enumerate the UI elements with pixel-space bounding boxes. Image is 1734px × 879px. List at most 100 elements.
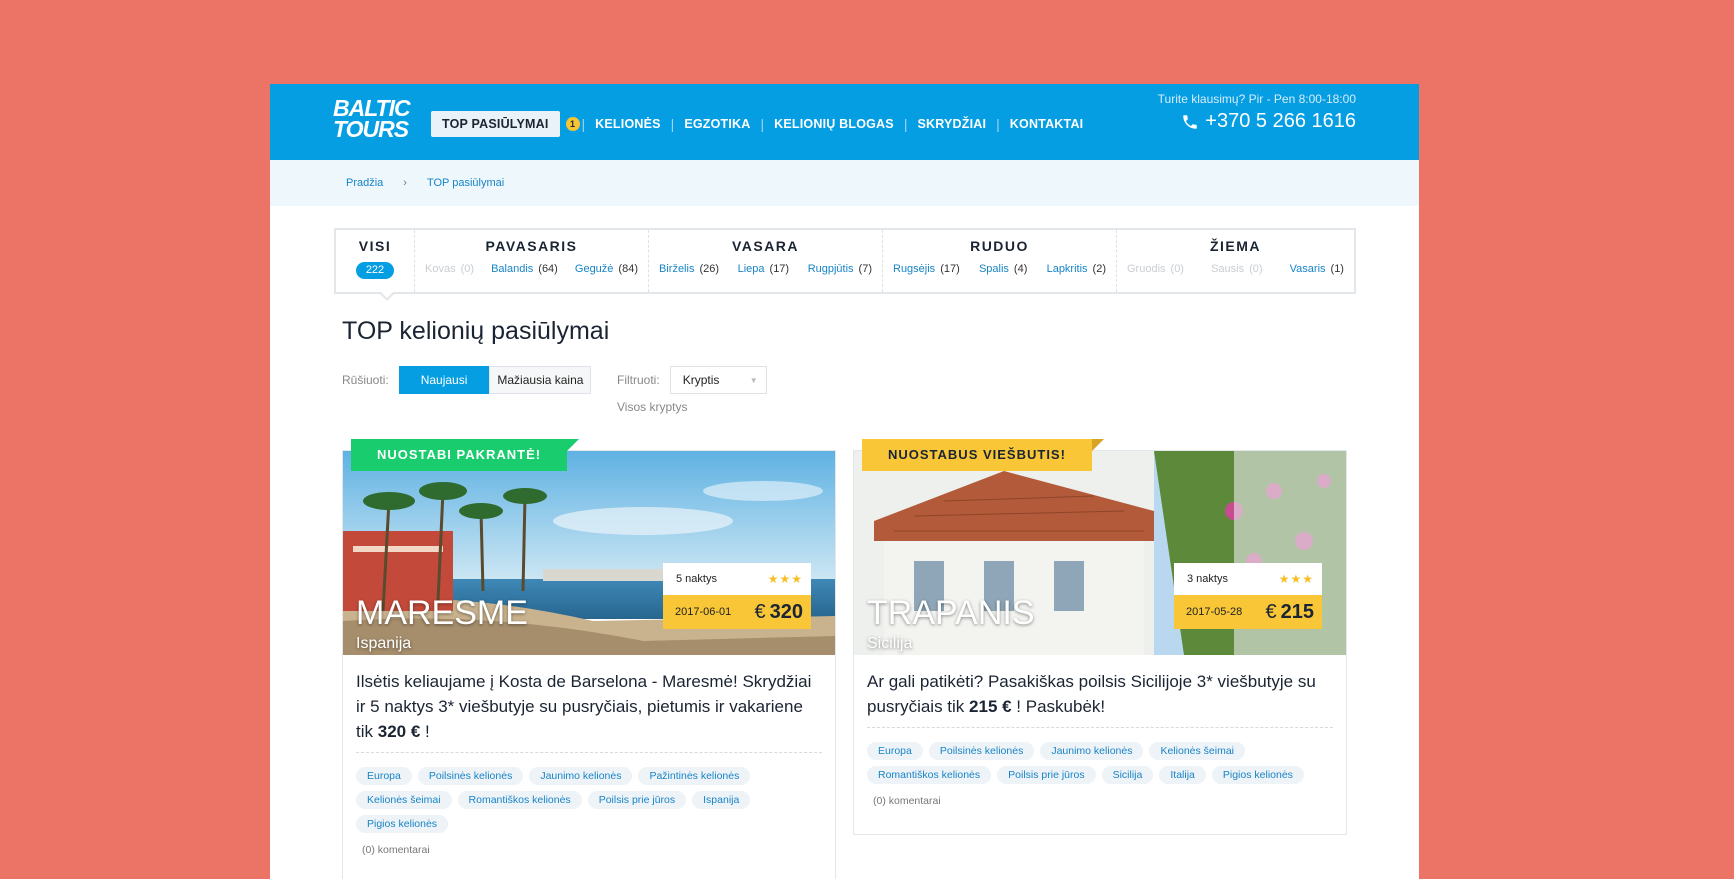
breadcrumb-home[interactable]: Pradžia bbox=[346, 177, 383, 189]
season-title: VASARA bbox=[731, 238, 800, 254]
page: BALTIC TOURS TOP PASIŪLYMAI 1 | KELIONĖS… bbox=[270, 84, 1419, 879]
page-title: TOP kelionių pasiūlymai bbox=[342, 317, 610, 345]
offer-description[interactable]: Ilsėtis keliaujame į Kosta de Barselona … bbox=[356, 669, 822, 753]
offer-nights: 3 naktys bbox=[1187, 573, 1228, 585]
breadcrumb: Pradžia › TOP pasiūlymai bbox=[270, 160, 1419, 206]
month-link[interactable]: Sausis (0) bbox=[1211, 263, 1262, 275]
sort-label: Rūšiuoti: bbox=[342, 373, 389, 387]
tag[interactable]: Romantiškos kelionės bbox=[457, 791, 582, 809]
star-rating-icon: ★★★ bbox=[1278, 572, 1314, 586]
tag[interactable]: Pigios kelionės bbox=[356, 815, 449, 833]
tag[interactable]: Jaunimo kelionės bbox=[1040, 742, 1144, 760]
offer-nights: 5 naktys bbox=[676, 573, 717, 585]
tag[interactable]: Europa bbox=[867, 742, 923, 760]
offer-tags: Europa Poilsinės kelionės Jaunimo kelion… bbox=[867, 742, 1333, 790]
month-link[interactable]: Spalis (4) bbox=[979, 263, 1027, 275]
tag[interactable]: Romantiškos kelionės bbox=[867, 766, 992, 784]
season-all[interactable]: VISI 222 bbox=[336, 230, 414, 301]
tag[interactable]: Sicilija bbox=[1101, 766, 1154, 784]
offer-date: 2017-05-28 bbox=[1186, 606, 1243, 618]
offer-ribbon: NUOSTABUS VIEŠBUTIS! bbox=[862, 439, 1104, 471]
season-active-pointer bbox=[379, 292, 395, 301]
tag[interactable]: Pigios kelionės bbox=[1211, 766, 1304, 784]
tag[interactable]: Poilsinės kelionės bbox=[928, 742, 1035, 760]
nav-top-offers[interactable]: TOP PASIŪLYMAI bbox=[431, 111, 560, 137]
offer-ribbon: NUOSTABI PAKRANTĖ! bbox=[351, 439, 580, 471]
logo[interactable]: BALTIC TOURS bbox=[333, 97, 411, 142]
tag[interactable]: Poilsinės kelionės bbox=[417, 767, 524, 785]
month-link[interactable]: Lapkritis (2) bbox=[1047, 263, 1106, 275]
price-box: 3 naktys ★★★ 2017-05-28 €215 bbox=[1174, 563, 1322, 629]
offer-tags: Europa Poilsinės kelionės Jaunimo kelion… bbox=[356, 767, 822, 839]
offer-destination: TRAPANIS bbox=[867, 594, 1035, 632]
nav-flights[interactable]: SKRYDŽIAI bbox=[907, 117, 996, 131]
sort-cheapest-button[interactable]: Mažiausia kaina bbox=[489, 366, 592, 394]
nav-exotic[interactable]: EGZOTIKA bbox=[674, 117, 760, 131]
season-title: PAVASARIS bbox=[485, 238, 578, 254]
star-rating-icon: ★★★ bbox=[767, 572, 803, 586]
month-link[interactable]: Liepa (17) bbox=[738, 263, 789, 275]
month-link[interactable]: Rugpjūtis (7) bbox=[808, 263, 872, 275]
direction-select[interactable]: Kryptis ▼ bbox=[669, 366, 767, 394]
sort-newest-button[interactable]: Naujausi bbox=[398, 366, 490, 394]
season-autumn: RUDUO Rugsėjis (17) Spalis (4) Lapkritis (2… bbox=[882, 230, 1116, 292]
month-link[interactable]: Rugsėjis (17) bbox=[893, 263, 960, 275]
all-directions-text: Visos kryptys bbox=[617, 400, 688, 414]
phone-number[interactable]: +370 5 266 1616 bbox=[1181, 110, 1356, 133]
logo-line-2: TOURS bbox=[333, 116, 409, 142]
tag[interactable]: Kelionės šeimai bbox=[1149, 742, 1246, 760]
month-link[interactable]: Gruodis (0) bbox=[1127, 263, 1184, 275]
nav-trips[interactable]: KELIONĖS bbox=[585, 117, 671, 131]
offer-card[interactable]: NUOSTABUS VIEŠBUTIS! TRAPANIS Sicilija 3… bbox=[853, 439, 1347, 835]
month-link[interactable]: Birželis (26) bbox=[659, 263, 719, 275]
tag[interactable]: Jaunimo kelionės bbox=[529, 767, 633, 785]
offer-country: Ispanija bbox=[356, 635, 412, 652]
season-title: RUDUO bbox=[970, 238, 1029, 254]
tag[interactable]: Italija bbox=[1159, 766, 1206, 784]
tag[interactable]: Pažintinės kelionės bbox=[638, 767, 751, 785]
price-box: 5 naktys ★★★ 2017-06-01 €320 bbox=[663, 563, 811, 629]
breadcrumb-current[interactable]: TOP pasiūlymai bbox=[427, 177, 504, 189]
breadcrumb-separator: › bbox=[403, 177, 407, 189]
offer-card[interactable]: NUOSTABI PAKRANTĖ! MARESME Ispanija 5 na… bbox=[342, 439, 836, 879]
season-spring: PAVASARIS Kovas (0) Balandis (64) Gegužė (8… bbox=[414, 230, 648, 292]
tag[interactable]: Kelionės šeimai bbox=[356, 791, 452, 809]
offer-destination: MARESME bbox=[356, 594, 528, 632]
phone-icon bbox=[1183, 114, 1198, 129]
main-nav: TOP PASIŪLYMAI 1 | KELIONĖS | EGZOTIKA |… bbox=[431, 111, 1093, 137]
season-all-count: 222 bbox=[356, 262, 394, 279]
nav-contacts[interactable]: KONTAKTAI bbox=[1000, 117, 1094, 131]
tag[interactable]: Poilsis prie jūros bbox=[997, 766, 1096, 784]
filter-bar: Filtruoti: Kryptis ▼ bbox=[617, 366, 767, 394]
filter-label: Filtruoti: bbox=[617, 373, 660, 387]
month-link[interactable]: Gegužė (84) bbox=[575, 263, 638, 275]
tag[interactable]: Poilsis prie jūros bbox=[587, 791, 687, 809]
month-link[interactable]: Balandis (64) bbox=[491, 263, 558, 275]
offer-date: 2017-06-01 bbox=[675, 606, 732, 618]
site-header: BALTIC TOURS TOP PASIŪLYMAI 1 | KELIONĖS… bbox=[270, 84, 1419, 160]
offer-price: €320 bbox=[754, 600, 804, 623]
offer-image[interactable]: MARESME Ispanija 5 naktys ★★★ 2017-06-01… bbox=[343, 451, 835, 655]
season-summer: VASARA Birželis (26) Liepa (17) Rugpjūtis(… bbox=[648, 230, 882, 292]
season-filter: VISI 222 PAVASARIS Kovas (0) Balandis (64)… bbox=[334, 228, 1356, 301]
comments-link[interactable]: (0) komentarai bbox=[356, 844, 822, 856]
offer-price: €215 bbox=[1265, 600, 1315, 623]
nav-badge: 1 bbox=[565, 117, 580, 131]
tag[interactable]: Ispanija bbox=[692, 791, 751, 809]
contact-hours: Turite klausimų? Pir - Pen 8:00-18:00 bbox=[1157, 92, 1356, 106]
month-link[interactable]: Vasaris (1) bbox=[1290, 263, 1344, 275]
comments-link[interactable]: (0) komentarai bbox=[867, 795, 1333, 807]
season-title: ŽIEMA bbox=[1209, 238, 1262, 254]
tag[interactable]: Europa bbox=[356, 767, 412, 785]
offer-country: Sicilija bbox=[867, 635, 913, 652]
direction-select-value: Kryptis bbox=[682, 373, 720, 387]
offer-image[interactable]: TRAPANIS Sicilija 3 naktys ★★★ 2017-05-2… bbox=[854, 451, 1346, 655]
sort-bar: Rūšiuoti: Naujausi Mažiausia kaina bbox=[342, 366, 592, 394]
season-all-label: VISI bbox=[358, 238, 392, 254]
nav-blog[interactable]: KELIONIŲ BLOGAS bbox=[764, 117, 904, 131]
chevron-down-icon: ▼ bbox=[749, 375, 758, 385]
season-winter: ŽIEMA Gruodis (0) Sausis (0) Vasaris (1) bbox=[1116, 230, 1354, 292]
month-link[interactable]: Kovas (0) bbox=[425, 263, 474, 275]
offer-description[interactable]: Ar gali patikėti? Pasakiškas poilsis Sic… bbox=[867, 669, 1333, 728]
phone-text: +370 5 266 1616 bbox=[1205, 110, 1356, 132]
